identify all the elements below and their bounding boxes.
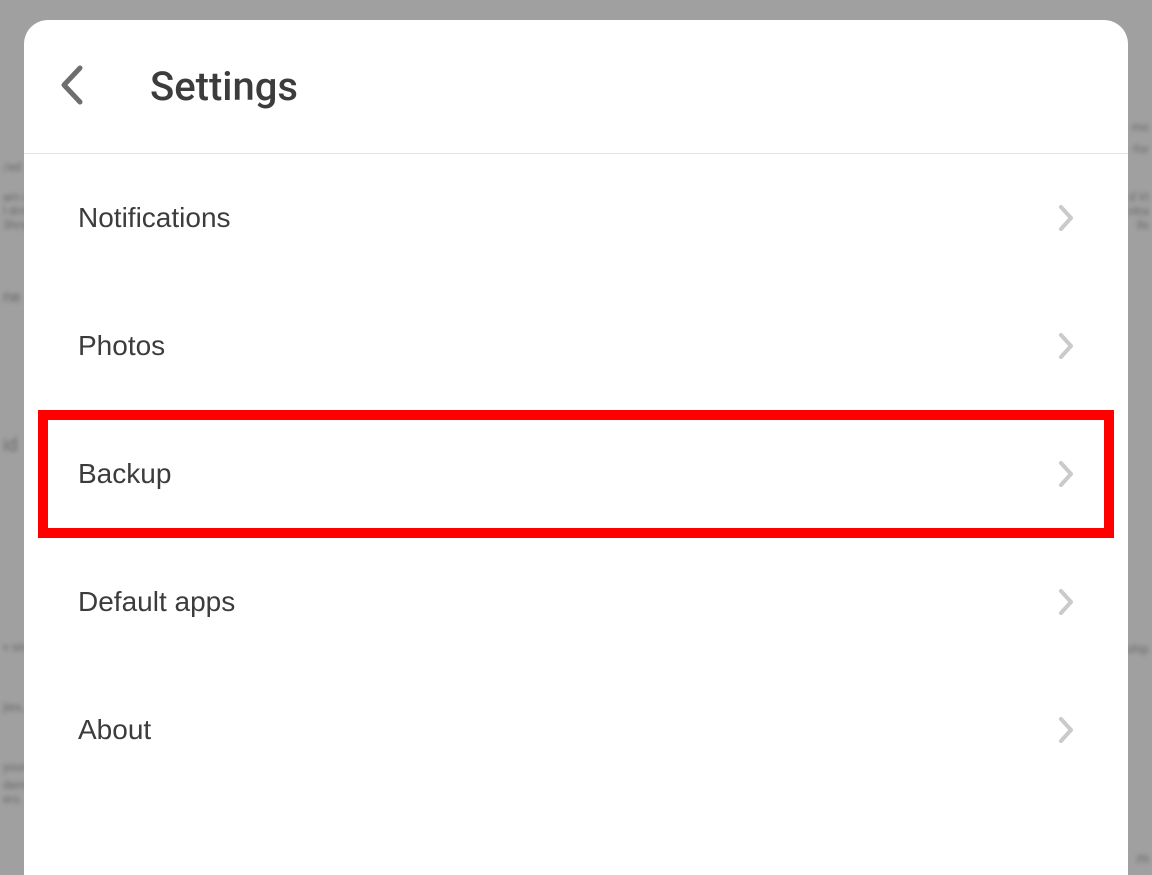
chevron-right-icon bbox=[1058, 460, 1074, 488]
settings-list: Notifications Photos Backup bbox=[24, 154, 1128, 794]
chevron-right-icon bbox=[1058, 204, 1074, 232]
page-title: Settings bbox=[150, 63, 298, 110]
settings-item-label: Photos bbox=[78, 330, 165, 362]
chevron-right-icon bbox=[1058, 716, 1074, 744]
settings-item-backup[interactable]: Backup bbox=[38, 410, 1114, 538]
settings-item-label: Notifications bbox=[78, 202, 231, 234]
chevron-left-icon bbox=[58, 64, 86, 109]
settings-item-notifications[interactable]: Notifications bbox=[24, 154, 1128, 282]
settings-modal: Settings Notifications Photos Backup bbox=[24, 20, 1128, 875]
back-button[interactable] bbox=[54, 60, 90, 113]
settings-item-label: About bbox=[78, 714, 151, 746]
settings-item-default-apps[interactable]: Default apps bbox=[24, 538, 1128, 666]
settings-item-photos[interactable]: Photos bbox=[24, 282, 1128, 410]
modal-header: Settings bbox=[24, 20, 1128, 154]
settings-item-label: Backup bbox=[78, 458, 171, 490]
settings-item-about[interactable]: About bbox=[24, 666, 1128, 794]
chevron-right-icon bbox=[1058, 588, 1074, 616]
settings-item-label: Default apps bbox=[78, 586, 235, 618]
chevron-right-icon bbox=[1058, 332, 1074, 360]
